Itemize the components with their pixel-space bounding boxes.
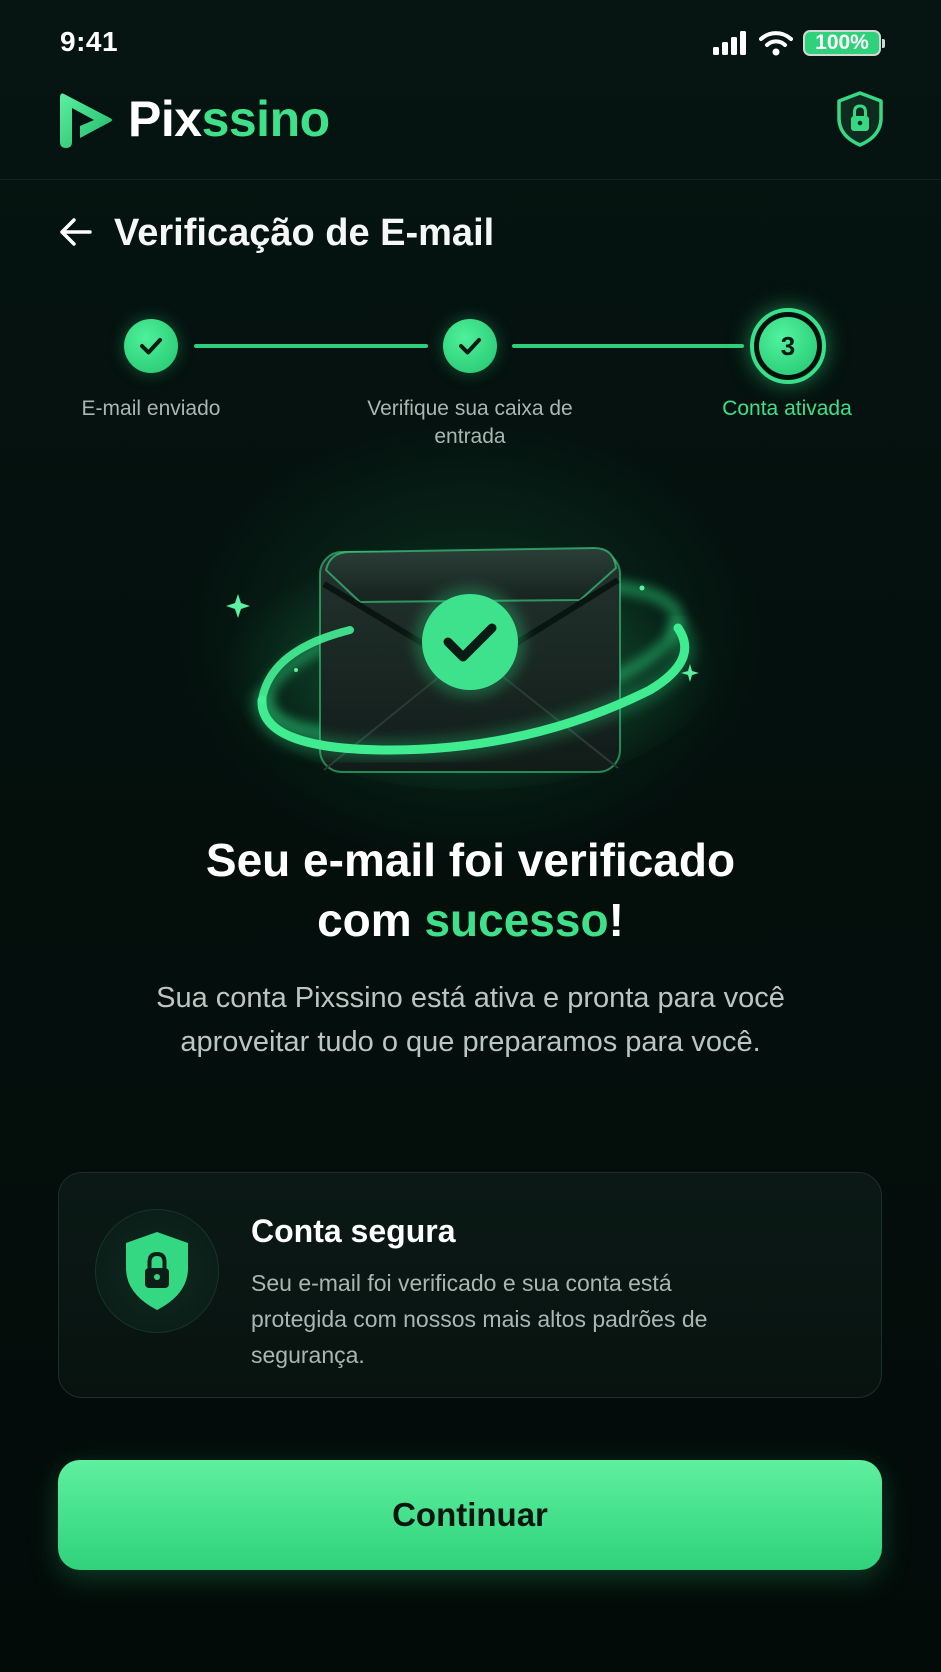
- back-arrow-icon[interactable]: [56, 212, 96, 252]
- shield-lock-icon: [126, 1232, 188, 1310]
- page-title: Verificação de E-mail: [114, 212, 495, 254]
- status-time: 9:41: [60, 26, 119, 57]
- battery-indicator: 100%: [803, 30, 885, 56]
- step-connector: [512, 344, 744, 348]
- step-3-label: Conta ativada: [722, 397, 852, 420]
- step-1-label: E-mail enviado: [81, 397, 221, 420]
- verified-envelope-illustration: [220, 530, 720, 790]
- cellular-signal-icon: [713, 31, 746, 55]
- security-lock-icon[interactable]: [835, 90, 885, 148]
- wifi-icon: [759, 31, 793, 56]
- step-connector: [194, 344, 428, 348]
- app-header: Pixssino: [0, 80, 941, 180]
- brand-logo-icon: [60, 93, 112, 148]
- success-headline: Seu e-mail foi verificado com sucesso!: [205, 834, 736, 946]
- security-card-text: Seu e-mail foi verificado e sua conta es…: [251, 1270, 708, 1368]
- step-3-number: 3: [759, 317, 817, 375]
- status-indicators: 100%: [713, 28, 885, 58]
- continue-button[interactable]: Continuar: [58, 1460, 882, 1570]
- step-1-indicator: [124, 319, 178, 373]
- check-icon: [459, 338, 481, 355]
- step-3-indicator: 3: [750, 308, 826, 384]
- check-icon: [140, 338, 162, 355]
- brand-name: Pixssino: [128, 91, 330, 147]
- security-card-title: Conta segura: [251, 1213, 456, 1249]
- step-2-indicator: [443, 319, 497, 373]
- success-description: Sua conta Pixssino está ativa e pronta p…: [156, 982, 785, 1058]
- shield-icon-badge: [95, 1209, 219, 1333]
- step-2-label: Verifique sua caixa de entrada: [367, 397, 573, 448]
- security-card: Conta segura Seu e-mail foi verificado e…: [58, 1172, 882, 1398]
